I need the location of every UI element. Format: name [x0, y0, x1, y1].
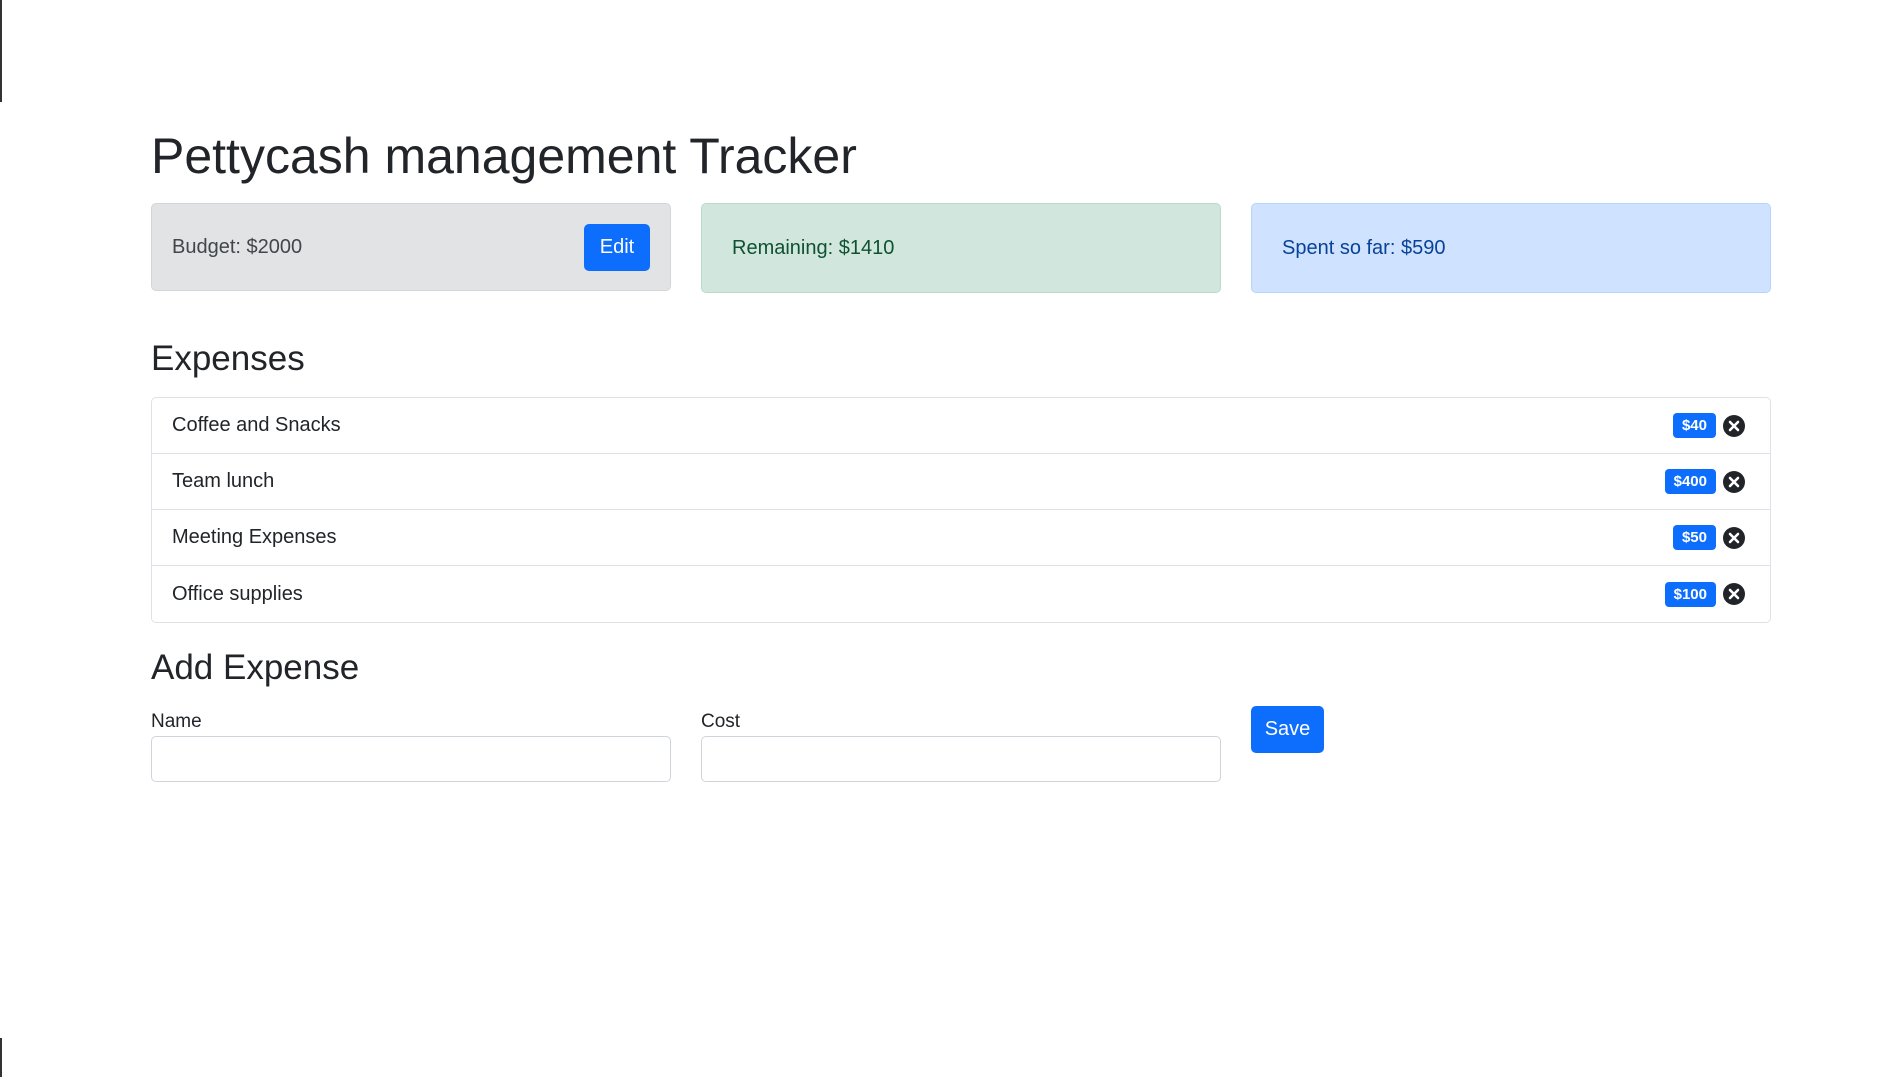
expense-item: Meeting Expenses $50: [152, 510, 1770, 566]
name-input[interactable]: [151, 736, 671, 782]
expense-actions: $50: [1672, 525, 1746, 550]
cost-label: Cost: [701, 711, 741, 732]
expense-name: Office supplies: [172, 582, 303, 605]
expense-name: Coffee and Snacks: [172, 414, 341, 436]
remaining-text: Remaining: $1410: [732, 236, 895, 259]
close-circle-icon[interactable]: [1722, 470, 1746, 494]
cost-input[interactable]: [701, 736, 1221, 782]
close-circle-icon[interactable]: [1722, 526, 1746, 550]
expense-item: Office supplies $100: [152, 566, 1770, 622]
expense-name: Meeting Expenses: [172, 526, 337, 548]
expense-item: Coffee and Snacks $40: [152, 398, 1770, 454]
budget-card: Budget: $2000 Edit: [151, 203, 671, 291]
expense-name: Team lunch: [172, 470, 275, 492]
spent-text: Spent so far: $590: [1282, 236, 1446, 259]
add-expense-heading: Add Expense: [151, 648, 360, 687]
window-edge-marker: [0, 1038, 2, 1077]
expense-cost-badge: $400: [1664, 469, 1716, 494]
save-button[interactable]: Save: [1251, 706, 1324, 753]
window-edge-marker: [0, 0, 2, 102]
add-expense-form: Name Cost Save: [151, 706, 1771, 790]
close-circle-icon[interactable]: [1722, 414, 1746, 438]
edit-budget-button[interactable]: Edit: [584, 223, 650, 271]
remaining-card: Remaining: $1410: [701, 203, 1221, 293]
expenses-heading: Expenses: [151, 339, 305, 378]
spent-card: Spent so far: $590: [1251, 203, 1771, 293]
expense-item: Team lunch $400: [152, 454, 1770, 510]
budget-text: Budget: $2000: [172, 235, 303, 258]
page-title: Pettycash management Tracker: [151, 128, 857, 184]
expense-actions: $40: [1672, 413, 1746, 438]
expense-list: Coffee and Snacks $40 Team lunch $400 Me…: [151, 397, 1771, 623]
expense-actions: $100: [1664, 581, 1746, 607]
expense-cost-badge: $40: [1672, 413, 1716, 438]
expense-actions: $400: [1664, 469, 1746, 494]
expense-cost-badge: $100: [1664, 581, 1716, 607]
name-label: Name: [151, 711, 202, 732]
expense-cost-badge: $50: [1672, 525, 1716, 550]
close-circle-icon[interactable]: [1722, 582, 1746, 606]
